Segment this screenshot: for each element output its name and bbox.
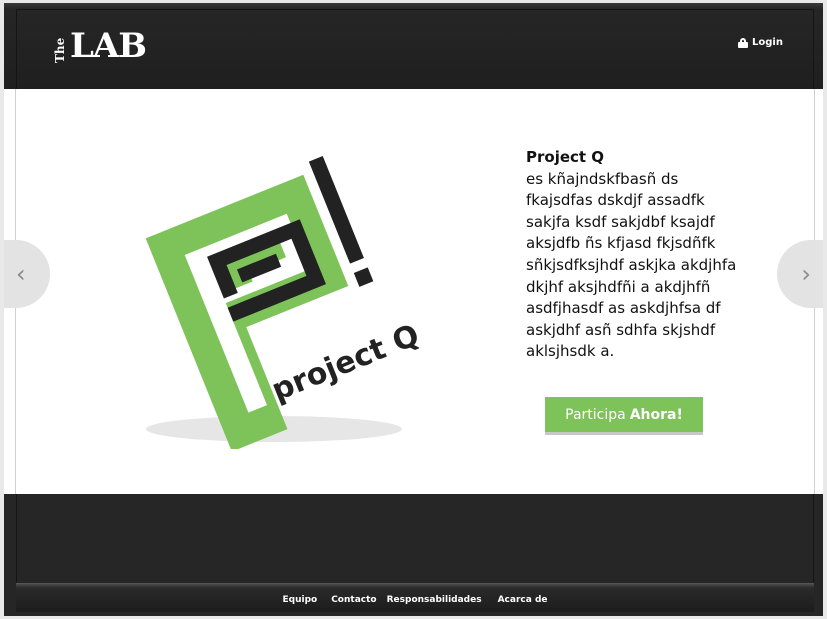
chevron-left-icon: ‹: [16, 260, 26, 288]
project-body: es kñajndskfbasñ ds fkajsdfas dskdjf ass…: [526, 169, 737, 361]
footer: Equipo Contacto Responsabilidades Acarca…: [4, 494, 823, 616]
carousel: ‹ › project Q Project Q es kñajndskfbasñ…: [4, 89, 823, 494]
cta-label-light: Participa: [565, 406, 626, 423]
footer-links: Equipo Contacto Responsabilidades Acarca…: [16, 595, 814, 605]
footer-link-equipo[interactable]: Equipo: [282, 595, 317, 605]
logo-green-p: [145, 174, 349, 449]
lock-icon: [738, 37, 748, 48]
project-q-logo: project Q: [145, 156, 419, 449]
footer-link-contacto[interactable]: Contacto: [331, 595, 376, 605]
cta-label-bold: Ahora!: [629, 406, 683, 423]
page-frame: The LAB Login ‹ › project Q Project Q es…: [4, 3, 823, 616]
footer-nav-bar: Equipo Contacto Responsabilidades Acarca…: [16, 583, 814, 612]
chevron-right-icon: ›: [801, 260, 811, 288]
footer-link-responsabilidades[interactable]: Responsabilidades: [387, 595, 482, 605]
site-logo[interactable]: The LAB: [53, 26, 147, 66]
header: The LAB Login: [4, 3, 823, 89]
project-description: Project Q es kñajndskfbasñ ds fkajsdfas …: [526, 147, 746, 363]
logo-dark-dot: [353, 267, 374, 287]
login-link[interactable]: Login: [738, 37, 783, 48]
project-title: Project Q: [526, 148, 605, 166]
login-label: Login: [752, 37, 783, 48]
logo-wordmark: project Q: [267, 318, 419, 409]
participate-button[interactable]: Participa Ahora!: [545, 397, 703, 432]
logo-the-text: The: [53, 37, 67, 63]
logo-lab-text: LAB: [70, 26, 147, 66]
footer-link-acarca-de[interactable]: Acarca de: [498, 595, 548, 605]
